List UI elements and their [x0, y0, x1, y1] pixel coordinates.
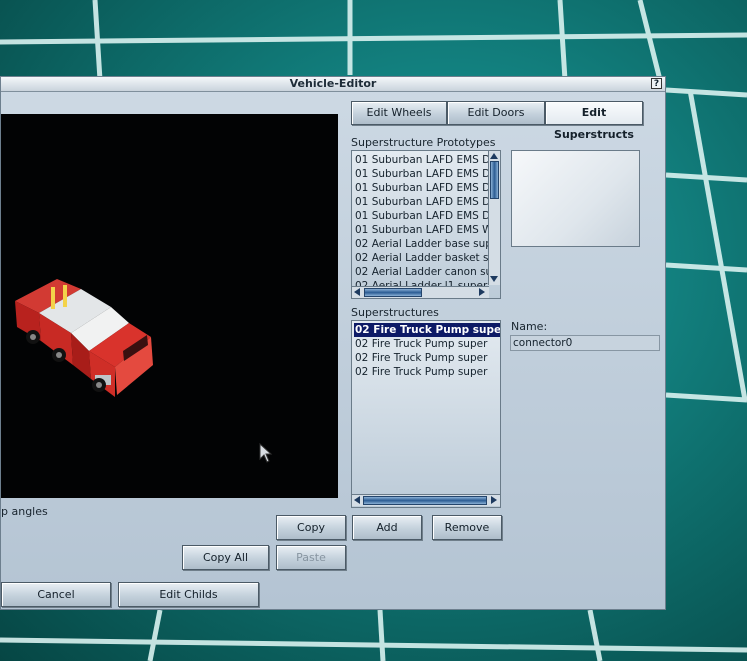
list-item[interactable]: 01 Suburban LAFD EMS D1: [355, 153, 497, 167]
fire-truck-model: [15, 279, 153, 397]
vehicle-3d-viewport[interactable]: [1, 114, 338, 498]
copy-button[interactable]: Copy: [276, 515, 346, 540]
mouse-cursor-icon: [259, 443, 273, 463]
superstructures-label: Superstructures: [351, 306, 439, 319]
tab-edit-wheels[interactable]: Edit Wheels: [351, 101, 447, 125]
list-item[interactable]: 02 Fire Truck Pump super: [355, 351, 487, 365]
add-button[interactable]: Add: [352, 515, 422, 540]
scroll-left-icon[interactable]: [353, 287, 361, 297]
prototypes-horizontal-scrollbar[interactable]: [352, 286, 489, 298]
scroll-up-icon[interactable]: [489, 152, 499, 160]
tab-edit-superstructs[interactable]: Edit Superstructs: [545, 101, 643, 141]
help-button[interactable]: ?: [651, 78, 662, 89]
list-item[interactable]: 01 Suburban LAFD EMS D3: [355, 181, 497, 195]
scroll-right-icon[interactable]: [478, 287, 486, 297]
prototype-preview: [511, 150, 640, 247]
copy-all-button[interactable]: Copy All: [182, 545, 269, 570]
scroll-right-icon[interactable]: [490, 495, 498, 505]
window-title: Vehicle-Editor: [289, 77, 377, 90]
scroll-down-icon[interactable]: [489, 275, 499, 283]
list-item[interactable]: 02 Aerial Ladder base supe: [355, 237, 498, 251]
list-item[interactable]: 02 Aerial Ladder basket sup: [355, 251, 500, 265]
paste-button[interactable]: Paste: [276, 545, 346, 570]
list-item[interactable]: 01 Suburban LAFD EMS Wh: [355, 223, 499, 237]
superstructures-listbox[interactable]: 02 Fire Truck Pump super 02 Fire Truck P…: [351, 320, 501, 508]
remove-button[interactable]: Remove: [432, 515, 502, 540]
list-item[interactable]: 01 Suburban LAFD EMS D4: [355, 195, 497, 209]
scroll-left-icon[interactable]: [353, 495, 361, 505]
title-bar[interactable]: Vehicle-Editor ?: [1, 77, 665, 92]
edit-childs-button[interactable]: Edit Childs: [118, 582, 259, 607]
cancel-button[interactable]: Cancel: [1, 582, 111, 607]
list-item[interactable]: 02 Aerial Ladder canon sup: [355, 265, 499, 279]
list-item[interactable]: 01 Suburban LAFD EMS D2: [355, 167, 497, 181]
prototypes-listbox[interactable]: 01 Suburban LAFD EMS D1 01 Suburban LAFD…: [351, 150, 501, 299]
list-item-selected[interactable]: 02 Fire Truck Pump super: [354, 323, 500, 337]
prototypes-hscroll-thumb[interactable]: [364, 288, 422, 297]
list-item[interactable]: 02 Fire Truck Pump super: [355, 365, 487, 379]
prototypes-vscroll-thumb[interactable]: [490, 161, 499, 199]
prototypes-label: Superstructure Prototypes: [351, 136, 496, 149]
prototypes-vertical-scrollbar[interactable]: [488, 151, 500, 285]
list-item[interactable]: 02 Fire Truck Pump super: [355, 337, 487, 351]
vehicle-editor-window: Vehicle-Editor ? p angles Edit Wheels Ed…: [0, 76, 666, 610]
superstructures-horizontal-scrollbar[interactable]: [352, 494, 500, 506]
name-label: Name:: [511, 320, 548, 333]
name-input[interactable]: connector0: [510, 335, 660, 351]
superstructures-hscroll-thumb[interactable]: [363, 496, 487, 505]
tab-edit-doors[interactable]: Edit Doors: [447, 101, 545, 125]
snap-angles-label: p angles: [1, 505, 48, 518]
list-item[interactable]: 01 Suburban LAFD EMS D5: [355, 209, 497, 223]
